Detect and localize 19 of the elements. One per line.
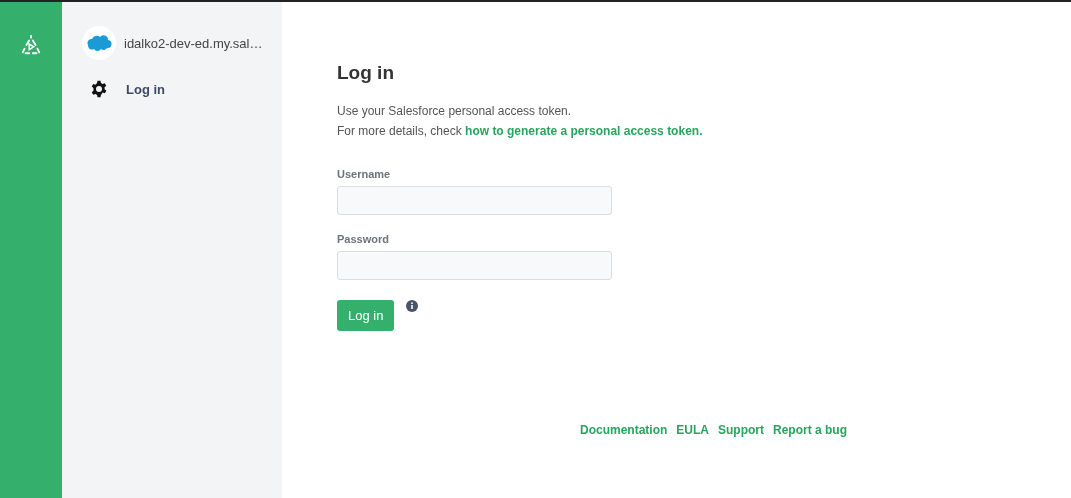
field-label: Password: [337, 233, 390, 245]
gear-icon: [90, 80, 108, 98]
details-text: For more details, check how to generate a personal access token.: [337, 124, 704, 138]
footer-link[interactable]: EULA: [676, 423, 709, 437]
footer-link[interactable]: Documentation: [580, 423, 668, 437]
page-title: Log in: [337, 62, 395, 84]
field-label: Username: [337, 168, 392, 180]
logo-icon[interactable]: [20, 34, 42, 56]
input-field[interactable]: [337, 186, 612, 215]
account-name: idalko2-dev-ed.my.sal…: [124, 35, 263, 51]
input-field[interactable]: [337, 251, 612, 280]
token-link[interactable]: how to generate a personal access token.: [465, 124, 703, 138]
intro-text: Use your Salesforce personal access token.: [337, 104, 573, 118]
cloud-icon: [82, 26, 116, 60]
footer-link[interactable]: Support: [718, 423, 764, 437]
info-icon[interactable]: [406, 300, 419, 312]
nav-item[interactable]: Log in: [82, 80, 282, 98]
footer-link[interactable]: Report a bug: [773, 423, 847, 437]
login-button[interactable]: Log in: [337, 300, 395, 331]
